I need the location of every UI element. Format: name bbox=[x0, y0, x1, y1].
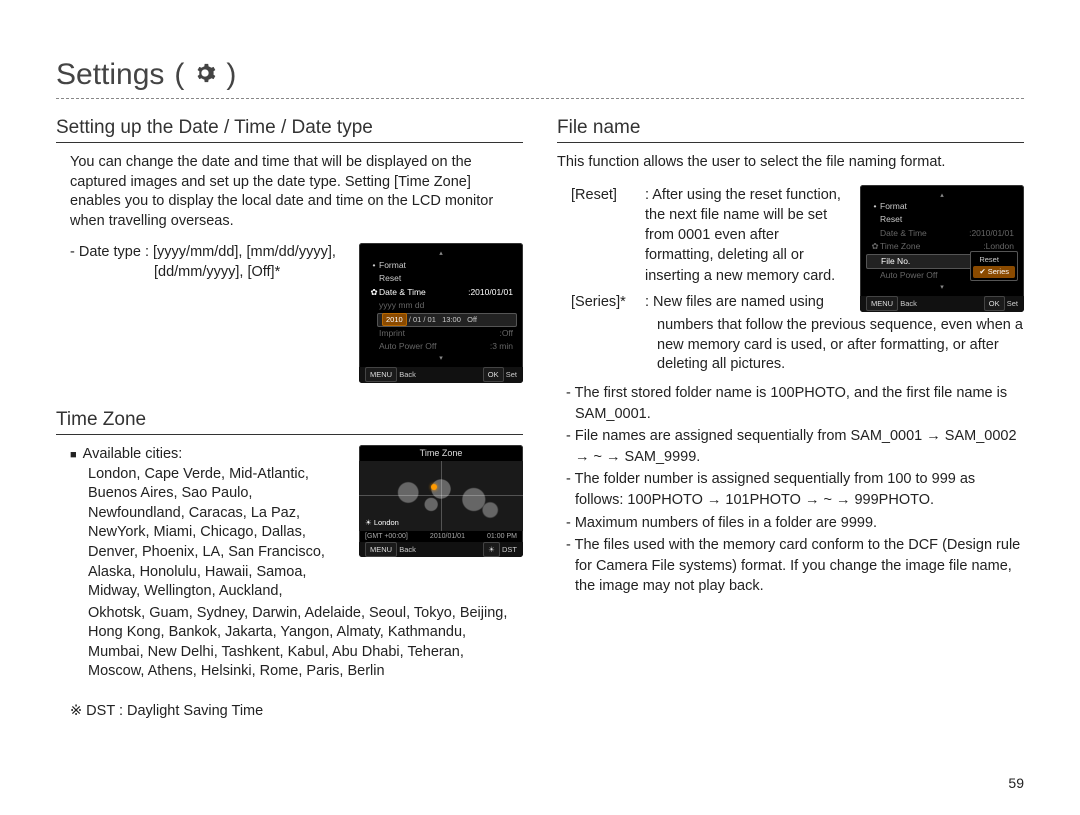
scroll-down-icon: ▾ bbox=[365, 354, 517, 363]
lcd-map-title: Time Zone bbox=[359, 445, 523, 461]
note-3: - The folder number is assigned sequenti… bbox=[561, 469, 1024, 510]
option-reset-key: [Reset] bbox=[571, 185, 645, 286]
dst-note: ※ DST : Daylight Saving Time bbox=[56, 702, 523, 722]
lcd-reset: Reset bbox=[379, 273, 513, 284]
notes-list: - The first stored folder name is 100PHO… bbox=[557, 383, 1024, 597]
cities-list-part2: Okhotsk, Guam, Sydney, Darwin, Adelaide,… bbox=[56, 604, 523, 682]
gear-icon-small: ✿ bbox=[369, 287, 379, 298]
check-icon: ✔ bbox=[979, 267, 985, 276]
option-series: [Series]* : New files are named using bbox=[571, 292, 846, 312]
note-5: - The files used with the memory card co… bbox=[561, 535, 1024, 597]
menu-icon: MENU bbox=[365, 367, 397, 382]
scroll-up-icon: ▴ bbox=[365, 249, 517, 258]
note-2: - File names are assigned sequentially f… bbox=[561, 426, 1024, 467]
filename-intro: This function allows the user to select … bbox=[557, 153, 1024, 173]
map-city-label: ☀ London bbox=[365, 518, 399, 527]
bullet-icon: • bbox=[369, 260, 379, 271]
lcd-fileno-popup: Reset ✔ Series bbox=[970, 251, 1018, 281]
option-series-body-part1: : New files are named using bbox=[645, 292, 846, 312]
world-map-icon: ☀ London bbox=[359, 461, 523, 531]
note-4: - Maximum numbers of files in a folder a… bbox=[561, 513, 1024, 534]
lcd-filename-preview: ▴ •Format Reset Date & Time:2010/01/01 ✿… bbox=[860, 185, 1024, 313]
datetype-line1: - Date type : [yyyy/mm/dd], [mm/dd/yyyy]… bbox=[70, 243, 345, 263]
timezone-row: Available cities: London, Cape Verde, Mi… bbox=[56, 445, 523, 602]
lcd-format: Format bbox=[379, 260, 513, 271]
note-1: - The first stored folder name is 100PHO… bbox=[561, 383, 1024, 424]
lcd-date-time: Date & Time bbox=[379, 287, 468, 298]
option-reset: [Reset] : After using the reset function… bbox=[571, 185, 846, 286]
ok-icon: OK bbox=[984, 296, 1005, 311]
scroll-down-icon: ▾ bbox=[866, 283, 1018, 292]
manual-page: Settings ( ) Setting up the Date / Time … bbox=[0, 0, 1080, 815]
page-title-text: Settings bbox=[56, 58, 164, 92]
section-heading-timezone: Time Zone bbox=[56, 409, 523, 435]
lcd-year-sel: 2010 bbox=[382, 313, 407, 326]
timezone-text: Available cities: London, Cape Verde, Mi… bbox=[56, 445, 345, 602]
option-series-key: [Series]* bbox=[571, 292, 645, 312]
gear-icon bbox=[194, 62, 216, 91]
title-close-paren: ) bbox=[226, 58, 236, 92]
title-divider bbox=[56, 98, 1024, 99]
map-location-dot bbox=[431, 484, 437, 490]
sun-icon: ☀ bbox=[365, 518, 372, 527]
filename-options-row: [Reset] : After using the reset function… bbox=[557, 185, 1024, 319]
lcd-imprint: Imprint bbox=[379, 328, 499, 339]
page-title: Settings ( ) bbox=[56, 58, 1024, 92]
cities-list-part1: London, Cape Verde, Mid-Atlantic, Buenos… bbox=[70, 465, 345, 602]
lcd-format-hint: yyyy mm dd bbox=[379, 300, 424, 311]
lcd-autopower: Auto Power Off bbox=[379, 341, 490, 352]
datetime-description: You can change the date and time that wi… bbox=[56, 153, 523, 231]
popup-opt-series: ✔ Series bbox=[973, 266, 1015, 278]
lcd-footer: MENU Back OK Set bbox=[359, 367, 523, 383]
map-info-bar: [GMT +00:00] 2010/01/01 01:00 PM bbox=[359, 531, 523, 542]
menu-icon: MENU bbox=[365, 542, 397, 557]
dst-sun-icon: ☀ bbox=[483, 542, 500, 557]
available-cities-label: Available cities: bbox=[70, 445, 345, 465]
ok-icon: OK bbox=[483, 367, 504, 382]
lcd-footer: MENU Back OK Set bbox=[860, 296, 1024, 312]
menu-icon: MENU bbox=[866, 296, 898, 311]
left-column: Setting up the Date / Time / Date type Y… bbox=[56, 117, 523, 722]
columns: Setting up the Date / Time / Date type Y… bbox=[56, 117, 1024, 722]
section-heading-datetime: Setting up the Date / Time / Date type bbox=[56, 117, 523, 143]
bullet-icon: • bbox=[870, 201, 880, 212]
title-open-paren: ( bbox=[174, 58, 184, 92]
gear-icon-small: ✿ bbox=[870, 241, 880, 252]
page-number: 59 bbox=[1008, 775, 1024, 791]
option-series-body-part2: numbers that follow the previous sequenc… bbox=[557, 316, 1024, 375]
lcd-timezone-preview: Time Zone ☀ London [GMT +00:00] 2010/01/… bbox=[359, 445, 523, 557]
option-list: [Reset] : After using the reset function… bbox=[557, 185, 846, 319]
datetype-row: - Date type : [yyyy/mm/dd], [mm/dd/yyyy]… bbox=[56, 243, 523, 383]
lcd-datetime-preview: ▴ •Format Reset ✿Date & Time:2010/01/01 … bbox=[359, 243, 523, 383]
datetype-text: - Date type : [yyyy/mm/dd], [mm/dd/yyyy]… bbox=[56, 243, 345, 282]
scroll-up-icon: ▴ bbox=[866, 191, 1018, 200]
section-heading-filename: File name bbox=[557, 117, 1024, 143]
popup-opt-reset: Reset bbox=[973, 254, 1015, 266]
option-reset-body: : After using the reset function, the ne… bbox=[645, 185, 846, 286]
datetype-line2: [dd/mm/yyyy], [Off]* bbox=[70, 263, 345, 283]
right-column: File name This function allows the user … bbox=[557, 117, 1024, 722]
